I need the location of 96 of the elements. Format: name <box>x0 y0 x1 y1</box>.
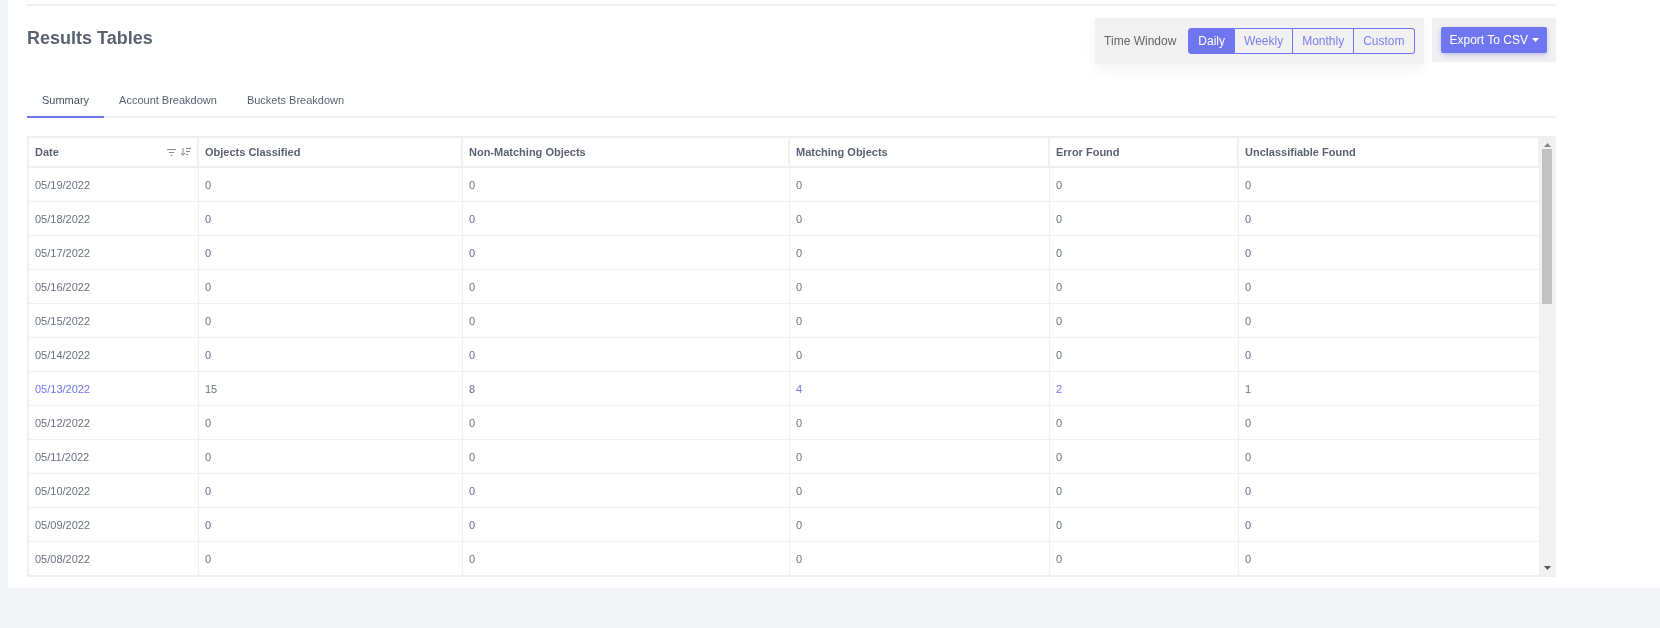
scrollbar-thumb[interactable] <box>1542 149 1552 304</box>
table-cell: 0 <box>463 474 790 508</box>
column-header[interactable]: Error Found <box>1050 138 1239 168</box>
table-cell: 0 <box>199 508 463 542</box>
table-cell: 8 <box>463 372 790 406</box>
table-cell: 0 <box>790 440 1050 474</box>
table-cell: 05/18/2022 <box>29 202 199 236</box>
time-window-option[interactable]: Daily <box>1188 28 1235 54</box>
table-cell: 0 <box>199 440 463 474</box>
table-cell: 05/11/2022 <box>29 440 199 474</box>
table-cell: 05/12/2022 <box>29 406 199 440</box>
table-cell: 0 <box>199 304 463 338</box>
column-header-label: Date <box>35 146 60 158</box>
table-cell: 0 <box>1239 236 1540 270</box>
table-cell-link[interactable]: 2 <box>1050 372 1239 406</box>
tab[interactable]: Account Breakdown <box>104 86 232 118</box>
table-cell: 0 <box>1239 542 1540 576</box>
table-cell: 0 <box>1050 270 1239 304</box>
table-cell: 15 <box>199 372 463 406</box>
table-cell: 0 <box>790 202 1050 236</box>
table-cell: 0 <box>1050 440 1239 474</box>
table-cell: 0 <box>463 338 790 372</box>
tab[interactable]: Summary <box>27 86 105 118</box>
table-cell: 0 <box>463 542 790 576</box>
table-cell: 0 <box>790 304 1050 338</box>
table-cell: 0 <box>463 406 790 440</box>
table-cell: 0 <box>790 168 1050 202</box>
table-cell-link[interactable]: 4 <box>790 372 1050 406</box>
table-cell: 0 <box>790 270 1050 304</box>
table-cell: 0 <box>199 168 463 202</box>
table-cell: 0 <box>1050 338 1239 372</box>
table-cell: 0 <box>199 406 463 440</box>
table-cell: 0 <box>1050 508 1239 542</box>
table-cell: 0 <box>790 236 1050 270</box>
table-cell: 0 <box>463 304 790 338</box>
table-cell: 0 <box>463 440 790 474</box>
table-cell-link[interactable]: 05/13/2022 <box>29 372 199 406</box>
tab[interactable]: Buckets Breakdown <box>231 86 360 118</box>
export-button[interactable]: Export To CSV <box>1440 27 1547 53</box>
time-window-option[interactable]: Custom <box>1354 28 1415 54</box>
table-cell: 0 <box>463 508 790 542</box>
table-cell: 0 <box>199 270 463 304</box>
table-cell: 0 <box>199 236 463 270</box>
table-cell: 0 <box>199 202 463 236</box>
scroll-down-icon[interactable] <box>1543 566 1551 570</box>
table-cell: 0 <box>1050 304 1239 338</box>
table-cell: 0 <box>790 406 1050 440</box>
table-cell: 0 <box>463 236 790 270</box>
table-cell: 05/09/2022 <box>29 508 199 542</box>
table-cell: 0 <box>790 474 1050 508</box>
table-cell: 05/19/2022 <box>29 168 199 202</box>
table-cell: 05/15/2022 <box>29 304 199 338</box>
table-cell: 0 <box>199 542 463 576</box>
table-cell: 0 <box>1239 406 1540 440</box>
time-window-option[interactable]: Monthly <box>1293 28 1355 54</box>
page-title: Results Tables <box>27 28 154 49</box>
table-cell: 0 <box>1239 202 1540 236</box>
table-cell: 0 <box>790 338 1050 372</box>
table-cell: 0 <box>463 270 790 304</box>
sort-icon[interactable] <box>181 148 191 156</box>
table-cell: 0 <box>199 474 463 508</box>
table-cell: 0 <box>1050 474 1239 508</box>
table-cell: 0 <box>790 542 1050 576</box>
scrollbar[interactable] <box>1540 138 1554 575</box>
table-cell: 05/10/2022 <box>29 474 199 508</box>
column-header[interactable]: Date <box>29 138 199 168</box>
caret-icon <box>1532 38 1539 42</box>
column-header[interactable]: Objects Classified <box>199 138 463 168</box>
table-cell: 0 <box>199 338 463 372</box>
column-header[interactable]: Matching Objects <box>790 138 1050 168</box>
table-cell: 0 <box>1050 236 1239 270</box>
time-window-option[interactable]: Weekly <box>1235 28 1294 54</box>
table-cell: 0 <box>1239 168 1540 202</box>
table-cell: 0 <box>463 202 790 236</box>
table-cell: 0 <box>1050 406 1239 440</box>
table-cell: 1 <box>1239 372 1540 406</box>
table-cell: 05/17/2022 <box>29 236 199 270</box>
table-cell: 05/08/2022 <box>29 542 199 576</box>
table-cell: 0 <box>1239 474 1540 508</box>
table-cell: 0 <box>463 168 790 202</box>
table-cell: 05/14/2022 <box>29 338 199 372</box>
time-window-label: Time Window <box>1104 34 1177 48</box>
table-cell: 0 <box>1239 440 1540 474</box>
table-cell: 0 <box>1050 168 1239 202</box>
table-cell: 0 <box>1239 304 1540 338</box>
scroll-up-icon[interactable] <box>1543 143 1551 147</box>
table-cell: 0 <box>1239 270 1540 304</box>
table-cell: 0 <box>790 508 1050 542</box>
filter-icon[interactable] <box>167 148 176 156</box>
table-cell: 05/16/2022 <box>29 270 199 304</box>
column-header[interactable]: Non-Matching Objects <box>463 138 790 168</box>
table-cell: 0 <box>1050 542 1239 576</box>
table-cell: 0 <box>1239 338 1540 372</box>
column-header[interactable]: Unclassifiable Found <box>1239 138 1540 168</box>
table-cell: 0 <box>1239 508 1540 542</box>
table-cell: 0 <box>1050 202 1239 236</box>
